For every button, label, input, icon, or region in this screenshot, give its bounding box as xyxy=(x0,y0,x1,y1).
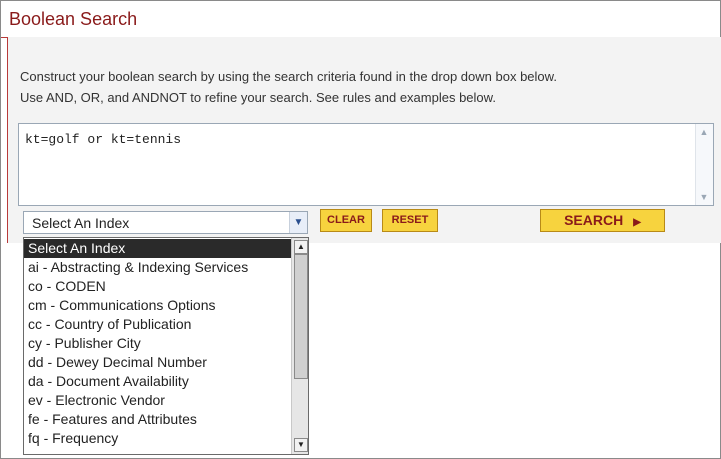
dropdown-option[interactable]: fq - Frequency xyxy=(24,429,294,448)
index-dropdown-list[interactable]: Select An Index ai - Abstracting & Index… xyxy=(23,237,309,455)
dropdown-option[interactable]: ev - Electronic Vendor xyxy=(24,391,294,410)
dropdown-option[interactable]: cc - Country of Publication xyxy=(24,315,294,334)
dropdown-option[interactable]: cm - Communications Options xyxy=(24,296,294,315)
scroll-up-icon[interactable]: ▲ xyxy=(699,127,709,137)
title-bar: Boolean Search xyxy=(1,1,719,38)
scroll-down-icon[interactable]: ▼ xyxy=(699,192,709,202)
instructions-line-2: Use AND, OR, and ANDNOT to refine your s… xyxy=(20,90,496,105)
query-scrollbar[interactable]: ▲ ▼ xyxy=(695,124,713,205)
search-button-label: SEARCH xyxy=(564,212,624,228)
search-button[interactable]: SEARCH ▶ xyxy=(540,209,665,232)
index-select-value: Select An Index xyxy=(32,215,130,231)
dropdown-option[interactable]: cy - Publisher City xyxy=(24,334,294,353)
query-textarea[interactable]: kt=golf or kt=tennis ▲ ▼ xyxy=(18,123,714,206)
dropdown-option[interactable]: dd - Dewey Decimal Number xyxy=(24,353,294,372)
query-text[interactable]: kt=golf or kt=tennis xyxy=(25,132,181,147)
index-select[interactable]: Select An Index ▼ xyxy=(23,211,308,234)
dropdown-option[interactable]: da - Document Availability xyxy=(24,372,294,391)
instructions: Construct your boolean search by using t… xyxy=(20,66,700,108)
scroll-down-icon[interactable]: ▼ xyxy=(294,438,308,452)
dropdown-option[interactable]: Select An Index xyxy=(24,239,294,258)
dropdown-option[interactable]: ai - Abstracting & Indexing Services xyxy=(24,258,294,277)
scroll-up-icon[interactable]: ▲ xyxy=(294,240,308,254)
dropdown-option[interactable]: co - CODEN xyxy=(24,277,294,296)
clear-button[interactable]: CLEAR xyxy=(320,209,372,232)
instructions-line-1: Construct your boolean search by using t… xyxy=(20,69,557,84)
reset-button[interactable]: RESET xyxy=(382,209,438,232)
chevron-down-icon[interactable]: ▼ xyxy=(289,212,307,233)
triangle-right-icon: ▶ xyxy=(633,217,641,228)
panel-title: Boolean Search xyxy=(9,9,138,29)
dropdown-scrollbar[interactable]: ▲ ▼ xyxy=(291,238,308,454)
dropdown-option[interactable]: fe - Features and Attributes xyxy=(24,410,294,429)
scrollbar-thumb[interactable] xyxy=(294,254,308,379)
